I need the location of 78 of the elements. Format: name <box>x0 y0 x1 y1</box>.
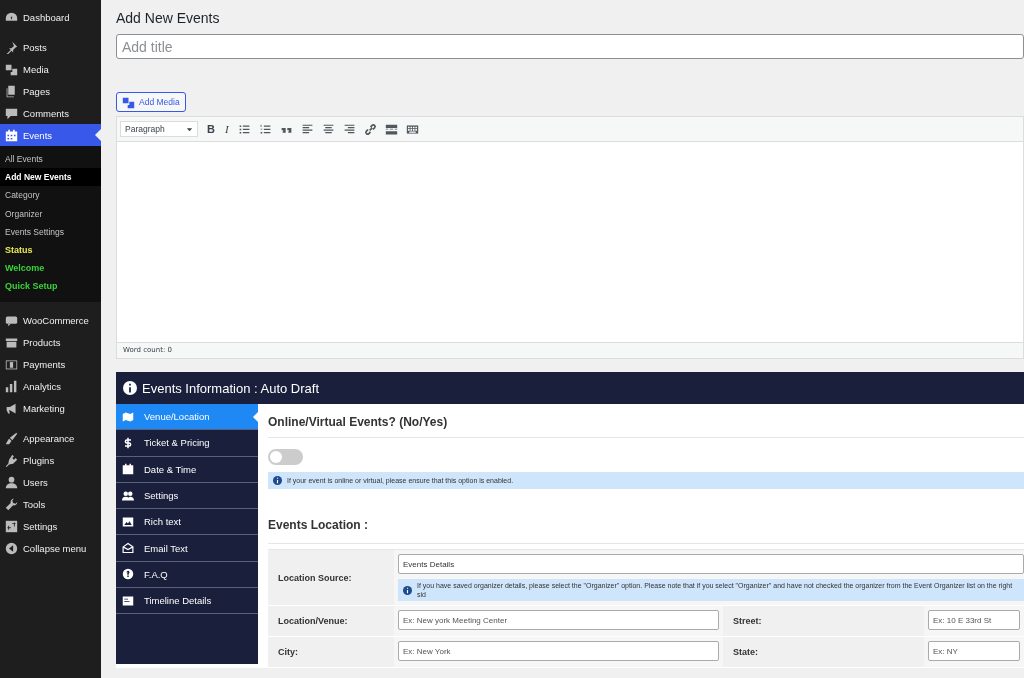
tab[interactable]: Venue/Location <box>116 404 258 431</box>
menu-item[interactable]: Marketing <box>0 397 101 420</box>
add-media-button[interactable]: Add Media <box>116 92 186 112</box>
menu-item[interactable]: Products <box>0 331 101 354</box>
menu-item[interactable]: Events <box>0 124 101 146</box>
pages-icon <box>5 84 18 98</box>
wrench-icon <box>5 498 18 511</box>
format-dropdown[interactable]: Paragraph <box>120 121 198 137</box>
comment-icon <box>5 106 18 120</box>
menu-item[interactable]: Pages <box>0 80 101 102</box>
section-heading: Online/Virtual Events? (No/Yes) <box>268 404 1024 438</box>
bar-chart-icon <box>5 380 18 393</box>
submenu-item[interactable]: Welcome <box>0 259 101 278</box>
menu-item[interactable]: Media <box>0 58 101 80</box>
collapse-icon <box>5 542 18 555</box>
menu-item[interactable]: Tools <box>0 493 101 516</box>
title-field[interactable]: Add title <box>116 34 1024 59</box>
menu-item[interactable]: Users <box>0 471 101 494</box>
menu-item[interactable]: Appearance <box>0 427 101 450</box>
users-icon <box>122 489 134 502</box>
text-field[interactable]: Ex: New York <box>398 641 719 661</box>
submenu-item[interactable]: Organizer <box>0 204 101 223</box>
menu-item[interactable]: Dashboard <box>0 6 101 28</box>
pin-icon <box>5 40 18 54</box>
brush-icon <box>5 432 18 445</box>
numbered-list-icon[interactable] <box>258 122 272 136</box>
submenu-item[interactable]: Add New Events <box>0 168 101 187</box>
submenu-item[interactable]: All Events <box>0 150 101 169</box>
field-label: City: <box>268 637 394 667</box>
bullet-list-icon[interactable] <box>237 122 251 136</box>
bold-button[interactable]: B <box>206 123 216 135</box>
caret-icon <box>186 125 193 133</box>
calendar-icon <box>122 463 134 476</box>
user-icon <box>5 476 18 489</box>
media-icon <box>5 62 18 76</box>
page-title: Add New Events <box>116 10 221 26</box>
italic-button[interactable]: I <box>223 123 230 135</box>
text-field[interactable]: Ex: New york Meeting Center <box>398 610 719 630</box>
plug-icon <box>5 454 18 467</box>
section-heading: Events Location : <box>268 507 1024 544</box>
align-center-icon[interactable] <box>321 122 335 136</box>
menu-item[interactable]: WooCommerce <box>0 309 101 332</box>
megaphone-icon <box>5 402 18 415</box>
toggle-switch[interactable] <box>268 449 303 465</box>
align-right-icon[interactable] <box>342 122 356 136</box>
panel-title: Events Information : Auto Draft <box>142 380 320 396</box>
box-icon <box>5 336 18 349</box>
menu-item[interactable]: Plugins <box>0 449 101 472</box>
timeline-icon <box>122 594 134 607</box>
field-label: Location/Venue: <box>268 606 394 636</box>
field-label: Location Source: <box>268 550 394 605</box>
menu-item[interactable]: Comments <box>0 102 101 124</box>
menu-item[interactable]: Posts <box>0 36 101 58</box>
envelope-icon <box>122 542 134 555</box>
info-icon <box>403 585 412 595</box>
menu-item[interactable]: Payments <box>0 353 101 376</box>
text-field[interactable]: Ex: NY <box>928 641 1020 661</box>
align-left-icon[interactable] <box>300 122 314 136</box>
calendar-icon <box>5 128 18 142</box>
info-icon <box>273 476 282 485</box>
field-label: State: <box>723 637 924 667</box>
gauge-icon <box>5 10 18 24</box>
menu-item[interactable]: Settings <box>0 515 101 538</box>
submenu-item[interactable]: Status <box>0 240 101 260</box>
submenu-item[interactable]: Events Settings <box>0 222 101 241</box>
menu-item[interactable]: Analytics <box>0 375 101 398</box>
map-icon <box>122 410 134 423</box>
location-source-dropdown[interactable]: Events Details <box>398 554 1024 574</box>
keyboard-icon[interactable] <box>405 122 419 136</box>
submenu-item[interactable]: Quick Setup <box>0 277 101 296</box>
submenu-item[interactable]: Category <box>0 186 101 205</box>
info-icon <box>123 381 137 395</box>
link-icon[interactable] <box>363 122 377 136</box>
field-label: Street: <box>723 606 924 636</box>
image-icon <box>122 515 134 528</box>
menu-item[interactable]: Collapse menu <box>0 537 101 560</box>
media-icon <box>122 95 135 109</box>
text-field[interactable]: Ex: 10 E 33rd St <box>928 610 1020 630</box>
